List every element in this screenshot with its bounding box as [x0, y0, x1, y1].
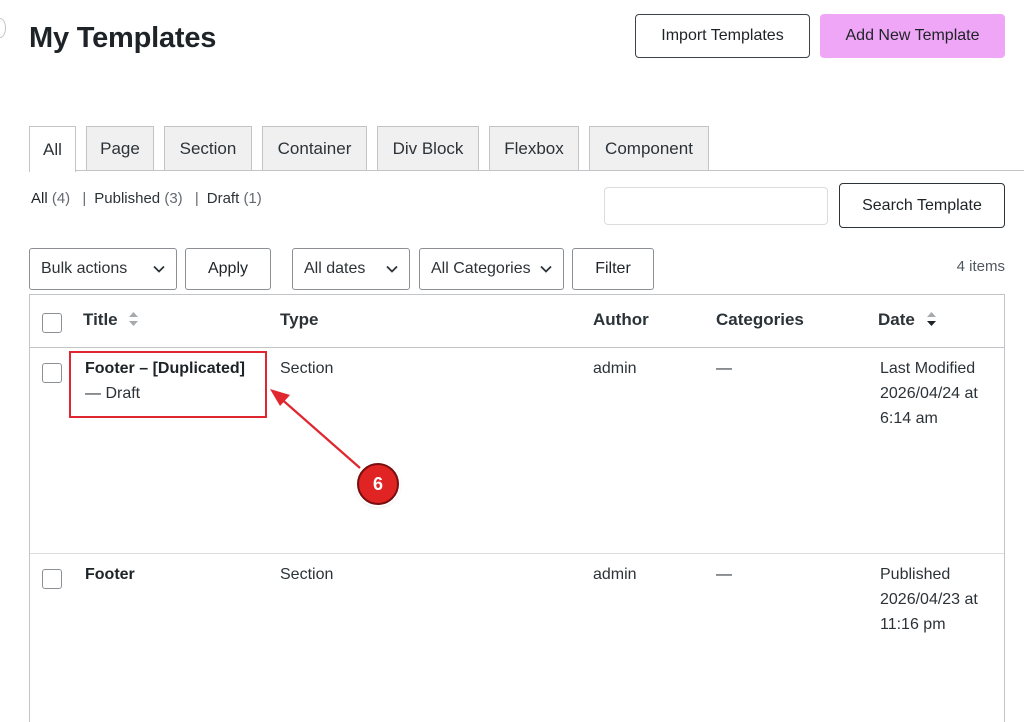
- template-title-link[interactable]: Footer: [85, 562, 135, 587]
- post-state: — Draft: [85, 385, 141, 402]
- step-number-badge: 6: [357, 463, 399, 505]
- partial-circle-icon: [0, 18, 6, 38]
- template-title-link[interactable]: Footer – [Duplicated]: [85, 356, 245, 381]
- add-new-template-button[interactable]: Add New Template: [820, 14, 1005, 58]
- template-categories: —: [716, 566, 732, 583]
- bulk-actions-select[interactable]: Bulk actions: [29, 248, 177, 290]
- column-title[interactable]: Title: [83, 310, 139, 331]
- row-checkbox[interactable]: [42, 363, 62, 383]
- tab-flexbox[interactable]: Flexbox: [489, 126, 579, 171]
- import-templates-button[interactable]: Import Templates: [635, 14, 810, 58]
- template-type: Section: [280, 360, 334, 377]
- dates-value: All dates: [304, 260, 366, 277]
- status-published-count: (3): [164, 190, 183, 207]
- status-filter-links: All (4) | Published (3) | Draft (1): [31, 190, 262, 207]
- separator: |: [194, 190, 199, 207]
- date-value: 2026/04/24 at: [880, 385, 978, 402]
- tab-all[interactable]: All: [29, 126, 76, 172]
- date-status: Published: [880, 566, 951, 583]
- row-checkbox[interactable]: [42, 569, 62, 589]
- separator: |: [82, 190, 87, 207]
- template-date: Published 2026/04/23 at 11:16 pm: [880, 562, 978, 637]
- categories-value: All Categories: [431, 260, 531, 277]
- status-all-link[interactable]: All: [31, 190, 48, 207]
- search-input[interactable]: [604, 187, 828, 225]
- template-type-tabs: All Page Section Container Div Block Fle…: [29, 126, 1024, 172]
- column-type-label: Type: [280, 310, 319, 329]
- sort-arrows-icon: [129, 311, 139, 326]
- template-categories: —: [716, 360, 732, 377]
- sort-desc-icon: [926, 311, 936, 326]
- template-date: Last Modified 2026/04/24 at 6:14 am: [880, 356, 978, 431]
- date-status: Last Modified: [880, 360, 976, 377]
- table-row: Footer – [Duplicated] — Draft Section ad…: [30, 349, 1004, 554]
- bulk-actions-value: Bulk actions: [41, 260, 128, 277]
- page-title: My Templates: [29, 22, 217, 54]
- chevron-down-icon: [153, 265, 165, 273]
- column-categories: Categories: [716, 310, 804, 330]
- date-value: 2026/04/23 at: [880, 591, 978, 608]
- select-all-checkbox[interactable]: [42, 313, 62, 333]
- tab-div-block[interactable]: Div Block: [377, 126, 479, 171]
- column-date[interactable]: Date: [878, 310, 937, 331]
- date-time: 11:16 pm: [880, 616, 946, 633]
- tab-component[interactable]: Component: [589, 126, 709, 171]
- chevron-down-icon: [386, 265, 398, 273]
- tab-section[interactable]: Section: [164, 126, 252, 171]
- template-type: Section: [280, 566, 334, 583]
- status-draft-link[interactable]: Draft: [207, 190, 240, 207]
- filter-button[interactable]: Filter: [572, 248, 654, 290]
- column-author-label: Author: [593, 310, 649, 329]
- column-title-label: Title: [83, 310, 118, 329]
- column-author: Author: [593, 310, 649, 330]
- date-time: 6:14 am: [880, 410, 938, 427]
- tab-page[interactable]: Page: [86, 126, 154, 171]
- table-header: Title Type Author Categories Date: [30, 295, 1004, 348]
- dates-select[interactable]: All dates: [292, 248, 410, 290]
- column-categories-label: Categories: [716, 310, 804, 329]
- status-draft-count: (1): [243, 190, 262, 207]
- templates-table: Title Type Author Categories Date Footer…: [29, 294, 1005, 722]
- apply-button[interactable]: Apply: [185, 248, 271, 290]
- column-type: Type: [280, 310, 318, 330]
- items-count: 4 items: [956, 258, 1005, 275]
- template-author[interactable]: admin: [593, 356, 637, 381]
- template-author[interactable]: admin: [593, 562, 637, 587]
- column-date-label: Date: [878, 310, 915, 329]
- table-row: Footer Section admin — Published 2026/04…: [30, 555, 1004, 722]
- search-template-button[interactable]: Search Template: [839, 183, 1005, 228]
- chevron-down-icon: [540, 265, 552, 273]
- tab-container[interactable]: Container: [262, 126, 367, 171]
- status-published-link[interactable]: Published: [94, 190, 160, 207]
- categories-select[interactable]: All Categories: [419, 248, 564, 290]
- status-all-count: (4): [51, 190, 71, 207]
